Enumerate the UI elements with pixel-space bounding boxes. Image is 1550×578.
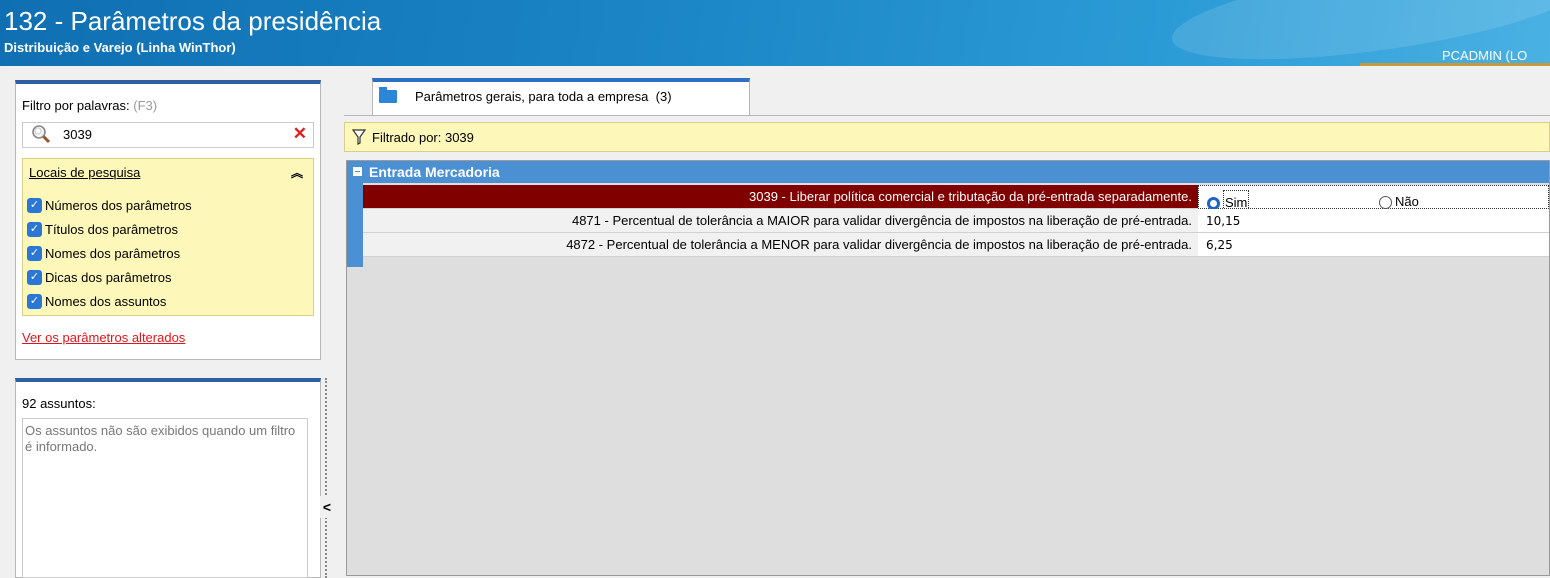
search-locations-box: Locais de pesquisa ︽ ✓ Números dos parâm… xyxy=(22,158,314,316)
filter-status-text: Filtrado por: 3039 xyxy=(372,130,474,145)
option-nomes[interactable]: ✓ Nomes dos parâmetros xyxy=(27,243,180,263)
checkbox-checked-icon[interactable]: ✓ xyxy=(27,245,42,261)
option-assuntos[interactable]: ✓ Nomes dos assuntos xyxy=(27,291,166,311)
option-label: Números dos parâmetros xyxy=(45,197,192,213)
radio-selected-icon[interactable] xyxy=(1207,196,1220,210)
subjects-count: 92 assuntos: xyxy=(22,396,96,411)
group-header[interactable]: Entrada Mercadoria xyxy=(347,161,1549,183)
group-title: Entrada Mercadoria xyxy=(369,164,500,180)
checkbox-checked-icon[interactable]: ✓ xyxy=(27,293,42,309)
collapse-group-icon[interactable] xyxy=(353,167,362,176)
radio-unselected-icon[interactable] xyxy=(1379,195,1392,209)
header-accent-line xyxy=(1360,63,1550,66)
filter-label-text: Filtro por palavras: xyxy=(22,98,130,113)
checkbox-checked-icon[interactable]: ✓ xyxy=(27,221,42,237)
tab-label-text: Parâmetros gerais, para toda a empresa xyxy=(415,89,649,104)
table-row[interactable]: 3039 - Liberar política comercial e trib… xyxy=(363,185,1549,216)
tab-count: (3) xyxy=(655,89,672,104)
window-subtitle: Distribuição e Varejo (Linha WinThor) xyxy=(4,40,236,55)
option-label: Dicas dos parâmetros xyxy=(45,269,172,285)
filter-label: Filtro por palavras: (F3) xyxy=(22,98,157,113)
clear-search-icon[interactable]: ✕ xyxy=(293,124,307,144)
option-dicas[interactable]: ✓ Dicas dos parâmetros xyxy=(27,267,171,287)
option-titulos[interactable]: ✓ Títulos dos parâmetros xyxy=(27,219,178,239)
option-label: Títulos dos parâmetros xyxy=(45,221,178,237)
search-icon xyxy=(32,125,51,144)
search-input[interactable]: 3039 ✕ xyxy=(22,122,314,148)
subjects-note: Os assuntos não são exibidos quando um f… xyxy=(22,418,308,578)
panel-splitter[interactable]: < xyxy=(320,378,334,578)
checkbox-checked-icon[interactable]: ✓ xyxy=(27,197,42,213)
window-title: 132 - Parâmetros da presidência xyxy=(4,6,382,36)
filter-panel: Filtro por palavras: (F3) 3039 ✕ Locais … xyxy=(15,80,321,360)
app-header: 132 - Parâmetros da presidência Distribu… xyxy=(0,0,1550,66)
subjects-panel: 92 assuntos: Os assuntos não são exibido… xyxy=(15,378,321,578)
search-locations-title[interactable]: Locais de pesquisa xyxy=(29,165,140,180)
changed-parameters-link[interactable]: Ver os parâmetros alterados xyxy=(22,330,185,345)
parameter-name: 4871 - Percentual de tolerância a MAIOR … xyxy=(363,209,1198,233)
funnel-icon xyxy=(351,129,367,148)
collapse-icon[interactable]: ︽ xyxy=(291,164,303,181)
option-label: Nomes dos parâmetros xyxy=(45,245,181,261)
splitter-grip[interactable] xyxy=(325,378,331,578)
parameter-name: 3039 - Liberar política comercial e trib… xyxy=(363,185,1198,209)
user-label: PCADMIN (LO xyxy=(1442,48,1528,63)
parameters-grid: Entrada Mercadoria 3039 - Liberar políti… xyxy=(346,160,1550,576)
main-content: Filtrado por: 3039 Entrada Mercadoria 30… xyxy=(344,115,1550,577)
parameter-name: 4872 - Percentual de tolerância a MENOR … xyxy=(363,233,1198,257)
folder-icon xyxy=(379,87,397,103)
search-value: 3039 xyxy=(63,127,92,142)
checkbox-checked-icon[interactable]: ✓ xyxy=(27,269,42,285)
filter-shortcut-hint: (F3) xyxy=(133,98,158,113)
filter-status-bar: Filtrado por: 3039 xyxy=(344,122,1550,152)
table-row[interactable]: 4871 - Percentual de tolerância a MAIOR … xyxy=(363,209,1549,233)
table-row[interactable]: 4872 - Percentual de tolerância a MENOR … xyxy=(363,233,1549,257)
option-label: Nomes dos assuntos xyxy=(45,293,167,309)
parameter-value[interactable]: Sim Não xyxy=(1198,185,1549,216)
parameter-value[interactable]: 6,25 xyxy=(1198,233,1549,257)
group-indent xyxy=(347,183,363,267)
tab-parametros-gerais[interactable]: Parâmetros gerais, para toda a empresa (… xyxy=(372,78,750,115)
tab-label: Parâmetros gerais, para toda a empresa (… xyxy=(415,89,672,104)
option-numeros[interactable]: ✓ Números dos parâmetros xyxy=(27,195,192,215)
collapse-left-icon[interactable]: < xyxy=(320,496,334,518)
parameter-value[interactable]: 10,15 xyxy=(1198,209,1549,233)
